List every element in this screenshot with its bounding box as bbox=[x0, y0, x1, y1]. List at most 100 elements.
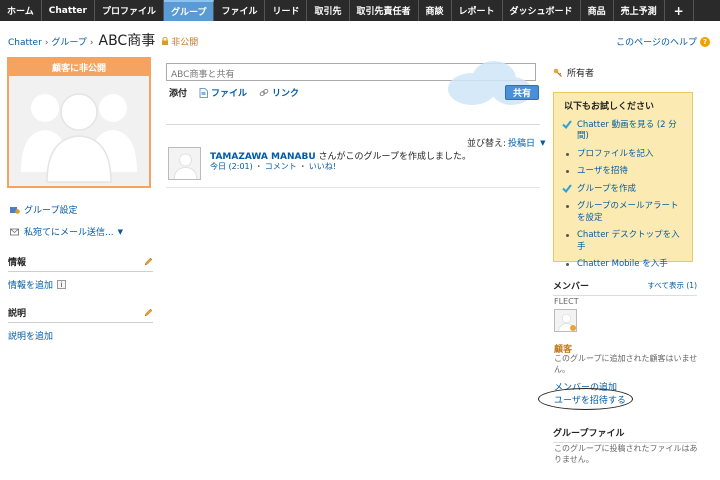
info-icon: i bbox=[57, 280, 67, 289]
members-header: メンバー すべて表示 (1) bbox=[553, 279, 697, 296]
tab-groups[interactable]: グループ bbox=[163, 0, 215, 21]
check-icon bbox=[562, 120, 572, 129]
privacy-label: 非公開 bbox=[171, 38, 199, 48]
tab-contacts[interactable]: 取引先責任者 bbox=[350, 0, 419, 21]
try-item-label[interactable]: Chatter 動画を見る (2 分間) bbox=[577, 120, 684, 143]
try-item-chatter-mobile[interactable]: Chatter Mobile を入手 bbox=[562, 259, 684, 270]
group-settings-label[interactable]: グループ設定 bbox=[24, 203, 77, 216]
key-icon bbox=[553, 68, 562, 77]
email-me-link[interactable]: 私宛てにメール送信... ▼ bbox=[10, 225, 123, 238]
tab-home[interactable]: ホーム bbox=[0, 0, 42, 21]
try-item-email-alerts[interactable]: グループのメールアラートを設定 bbox=[562, 201, 684, 224]
avatar[interactable] bbox=[168, 147, 201, 180]
try-item-watch-video[interactable]: Chatter 動画を見る (2 分間) bbox=[562, 120, 684, 143]
tab-files[interactable]: ファイル bbox=[214, 0, 266, 21]
customers-empty-note: このグループに追加された顧客はいません。 bbox=[554, 354, 698, 374]
info-section: 情報 情報を追加 i bbox=[8, 255, 153, 291]
help-link-label[interactable]: このページのヘルプ bbox=[616, 35, 697, 48]
add-info-link[interactable]: 情報を追加 i bbox=[8, 278, 153, 291]
breadcrumb-chatter[interactable]: Chatter bbox=[8, 38, 42, 48]
try-item-label[interactable]: プロファイルを記入 bbox=[577, 149, 654, 160]
file-icon bbox=[199, 87, 208, 98]
email-me-label[interactable]: 私宛てにメール送信... bbox=[24, 225, 114, 238]
left-links: グループ設定 私宛てにメール送信... ▼ bbox=[10, 203, 123, 247]
group-photo: 顧客に非公開 bbox=[7, 57, 151, 188]
attach-row: 添付 ファイル リンク bbox=[169, 86, 299, 99]
feed-item: TAMAZAWA MANABU さんがこのグループを作成しました。 今日 (2:… bbox=[168, 147, 540, 187]
breadcrumb: Chatter › グループ › ABC商事 非公開 bbox=[8, 30, 198, 50]
avatar[interactable] bbox=[554, 309, 577, 332]
breadcrumb-groups[interactable]: グループ bbox=[51, 35, 86, 48]
owner-row: 所有者 bbox=[553, 66, 594, 79]
bullet-icon bbox=[565, 152, 569, 156]
feed-timestamp[interactable]: 今日 (2:01) bbox=[210, 161, 253, 172]
bullet-icon bbox=[565, 263, 569, 267]
try-item-chatter-desktop[interactable]: Chatter デスクトップを入手 bbox=[562, 230, 684, 253]
chevron-down-icon[interactable]: ▼ bbox=[540, 139, 545, 147]
group-files-title: グループファイル bbox=[553, 426, 697, 443]
group-settings-link[interactable]: グループ設定 bbox=[10, 203, 123, 216]
tab-opportunities[interactable]: 商談 bbox=[419, 0, 452, 21]
description-section-header: 説明 bbox=[8, 306, 153, 323]
add-info-label[interactable]: 情報を追加 bbox=[8, 278, 53, 291]
attach-link-label[interactable]: リンク bbox=[272, 86, 299, 99]
meta-separator: ・ bbox=[254, 162, 263, 171]
tab-dashboards[interactable]: ダッシュボード bbox=[503, 0, 581, 21]
try-item-invite-users[interactable]: ユーザを招待 bbox=[562, 166, 684, 177]
attach-file-button[interactable]: ファイル bbox=[199, 86, 247, 99]
try-item-label[interactable]: Chatter デスクトップを入手 bbox=[577, 230, 684, 253]
bullet-icon bbox=[565, 205, 569, 209]
user-silhouette-icon bbox=[173, 153, 198, 179]
tab-leads[interactable]: リード bbox=[265, 0, 308, 21]
cloud-icon bbox=[448, 61, 532, 105]
help-link[interactable]: このページのヘルプ ? bbox=[616, 35, 710, 48]
attach-file-label[interactable]: ファイル bbox=[211, 86, 247, 99]
tab-reports[interactable]: レポート bbox=[452, 0, 503, 21]
tab-profile[interactable]: プロファイル bbox=[95, 0, 164, 21]
top-tab-bar: ホーム Chatter プロファイル グループ ファイル リード 取引先 取引先… bbox=[0, 0, 720, 21]
bullet-icon bbox=[565, 170, 569, 174]
tab-forecasts[interactable]: 売上予測 bbox=[614, 0, 665, 21]
user-silhouette-icon bbox=[558, 313, 576, 331]
chevron-down-icon[interactable]: ▼ bbox=[118, 228, 123, 236]
add-description-link[interactable]: 説明を追加 bbox=[8, 329, 153, 342]
feed-bottom-divider bbox=[166, 187, 540, 188]
bullet-icon bbox=[565, 234, 569, 238]
publisher: ABC商事と共有 添付 ファイル リンク 共有 bbox=[166, 59, 540, 107]
edit-pencil-icon[interactable] bbox=[144, 257, 153, 266]
group-files-empty-note: このグループに投稿されたファイルはありません。 bbox=[554, 444, 698, 464]
edit-pencil-icon[interactable] bbox=[144, 308, 153, 317]
meta-separator: ・ bbox=[298, 162, 307, 171]
tab-accounts[interactable]: 取引先 bbox=[307, 0, 350, 21]
try-item-label[interactable]: ユーザを招待 bbox=[577, 166, 628, 177]
try-item-fill-profile[interactable]: プロファイルを記入 bbox=[562, 149, 684, 160]
tab-products[interactable]: 商品 bbox=[581, 0, 614, 21]
tab-chatter[interactable]: Chatter bbox=[42, 0, 95, 21]
add-tab-button[interactable]: + bbox=[665, 0, 694, 21]
highlight-circle bbox=[538, 388, 633, 410]
info-section-title: 情報 bbox=[8, 258, 27, 268]
share-button[interactable]: 共有 bbox=[505, 85, 539, 100]
help-icon[interactable]: ? bbox=[700, 36, 710, 47]
try-item-label[interactable]: グループのメールアラートを設定 bbox=[577, 201, 684, 224]
show-all-members-link[interactable]: すべて表示 (1) bbox=[647, 280, 697, 291]
like-link[interactable]: いいね! bbox=[309, 161, 336, 172]
breadcrumb-separator: › bbox=[44, 38, 49, 48]
add-description-label[interactable]: 説明を追加 bbox=[8, 329, 53, 342]
email-icon bbox=[10, 228, 19, 235]
left-column: 顧客に非公開 bbox=[7, 57, 152, 188]
comment-link[interactable]: コメント bbox=[265, 161, 297, 172]
breadcrumb-separator: › bbox=[89, 38, 94, 48]
try-these-box: 以下もお試しください Chatter 動画を見る (2 分間) プロファイルを記… bbox=[553, 92, 693, 269]
info-section-header: 情報 bbox=[8, 255, 153, 272]
group-silhouette-icon bbox=[21, 93, 137, 183]
lock-icon bbox=[161, 36, 169, 45]
try-item-create-group[interactable]: グループを作成 bbox=[562, 184, 684, 195]
attach-label: 添付 bbox=[169, 89, 188, 99]
description-section: 説明 説明を追加 bbox=[8, 306, 153, 342]
try-item-label[interactable]: Chatter Mobile を入手 bbox=[577, 259, 668, 270]
attach-link-button[interactable]: リンク bbox=[259, 86, 299, 99]
try-box-title: 以下もお試しください bbox=[564, 102, 655, 112]
try-item-label[interactable]: グループを作成 bbox=[577, 184, 636, 195]
link-icon bbox=[259, 88, 269, 97]
